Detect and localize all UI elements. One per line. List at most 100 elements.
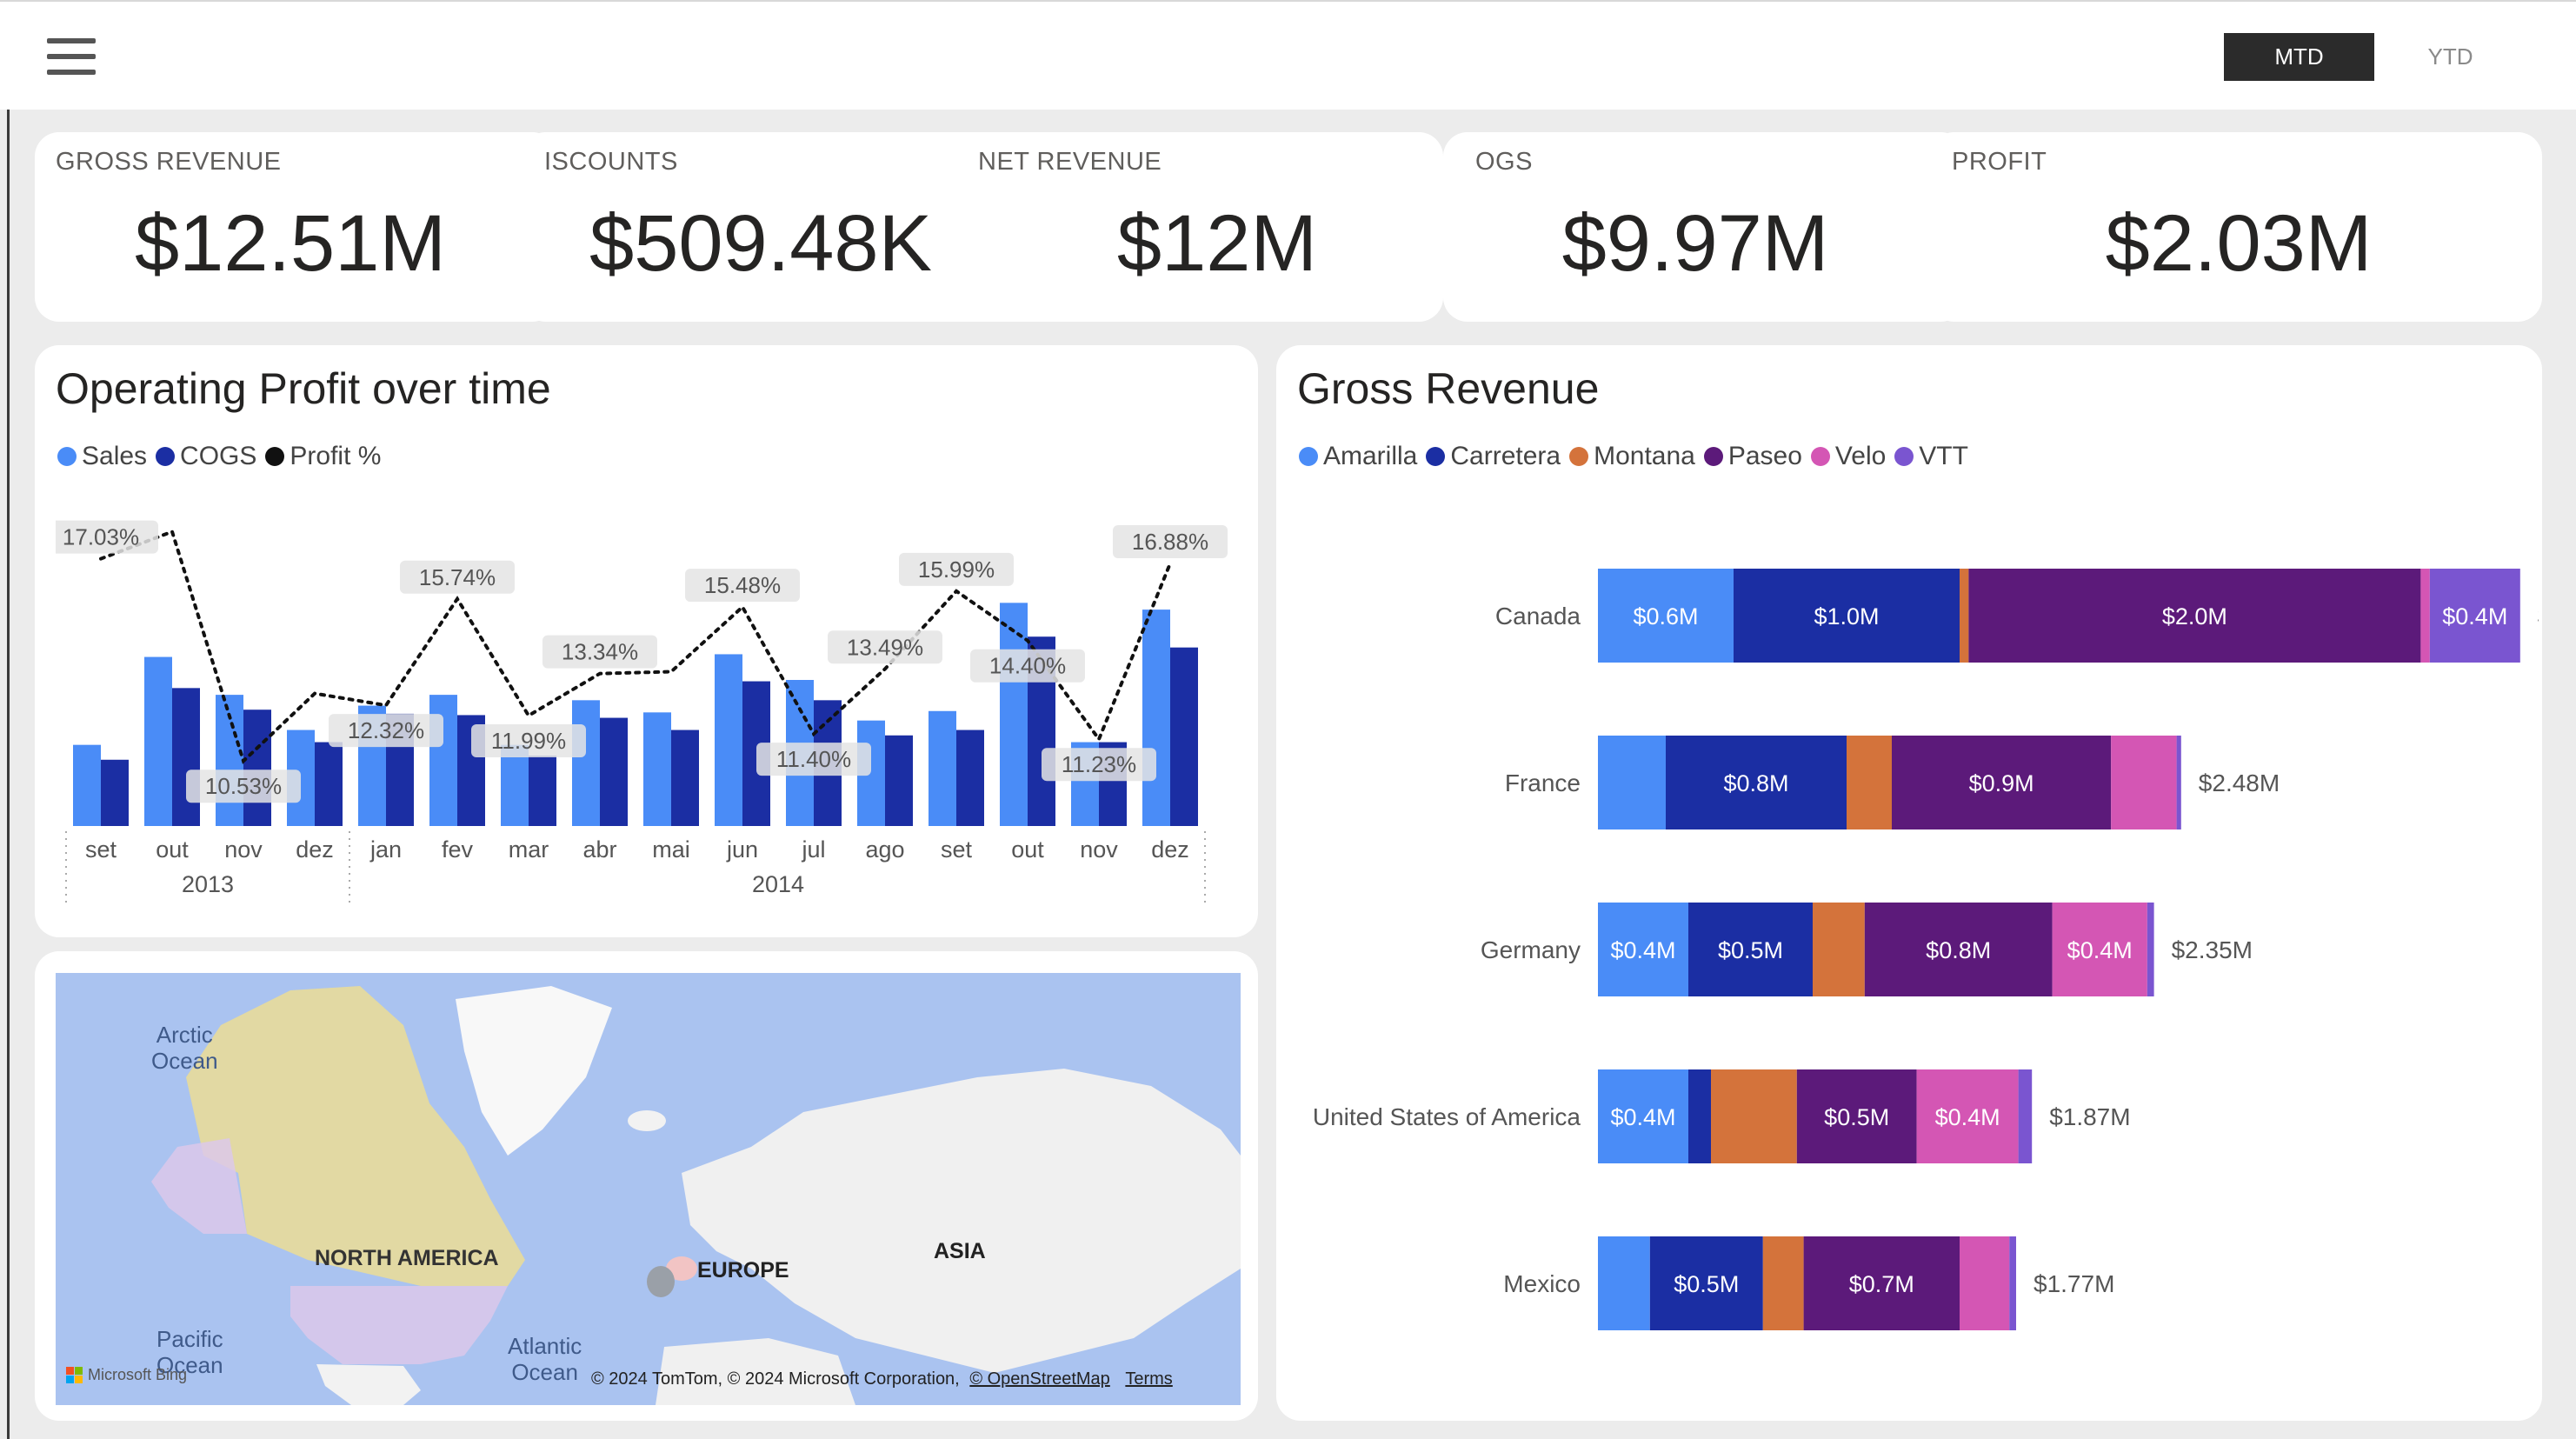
legend-item-carretera[interactable]: Carretera — [1426, 442, 1561, 471]
bar-segment[interactable] — [1960, 569, 1969, 663]
x-tick-label: jun — [726, 836, 758, 863]
bar-sales[interactable] — [144, 656, 172, 826]
x-group-label: 2013 — [182, 871, 234, 897]
bar-sales[interactable] — [929, 710, 956, 826]
bar-cogs[interactable] — [101, 759, 129, 826]
y-category-label: Germany — [1481, 936, 1581, 963]
bar-cogs[interactable] — [600, 717, 628, 826]
map-copyright: © 2024 TomTom, © 2024 Microsoft Corporat… — [591, 1369, 960, 1389]
bar-segment[interactable] — [2176, 736, 2181, 829]
legend-label: Carretera — [1450, 442, 1561, 470]
bar-cogs[interactable] — [529, 756, 556, 826]
world-map[interactable]: Arctic Ocean NORTH AMERICA EUROPE ASIA P… — [56, 973, 1241, 1405]
x-tick-label: dez — [1151, 836, 1189, 863]
map-land-shapes — [151, 986, 1241, 1405]
legend-dot-icon — [1299, 447, 1318, 466]
data-label: 13.34% — [562, 639, 638, 665]
bar-cogs[interactable] — [885, 735, 913, 826]
bar-total-label: $4.05M — [2538, 603, 2539, 630]
bar-segment[interactable] — [2009, 1236, 2016, 1330]
legend-dot-icon — [1569, 447, 1589, 466]
legend-dot-icon — [156, 447, 176, 466]
legend-dot-icon — [57, 447, 77, 466]
bar-segment[interactable] — [2147, 903, 2154, 996]
segment-label: $1.0M — [1814, 603, 1879, 630]
bar-segment[interactable] — [1762, 1236, 1804, 1330]
frame-border — [7, 110, 10, 1439]
x-tick-label: set — [85, 836, 117, 863]
legend-item-velo[interactable]: Velo — [1810, 442, 1887, 471]
bar-cogs[interactable] — [671, 729, 699, 826]
y-category-label: France — [1505, 769, 1581, 796]
bar-cogs[interactable] — [172, 688, 200, 826]
x-tick-label: jan — [369, 836, 402, 863]
legend-item-paseo[interactable]: Paseo — [1703, 442, 1802, 471]
bar-total-label: $2.35M — [2172, 936, 2253, 963]
x-tick-label: set — [941, 836, 973, 863]
y-category-label: United States of America — [1313, 1103, 1581, 1130]
segment-label: $0.5M — [1674, 1271, 1739, 1297]
operating-profit-title: Operating Profit over time — [56, 364, 551, 413]
legend-dot-icon — [1426, 447, 1446, 466]
segment-label: $0.4M — [2067, 937, 2133, 963]
bar-sales[interactable] — [73, 744, 101, 826]
bar-segment[interactable] — [1688, 1069, 1711, 1163]
bar-segment[interactable] — [1598, 736, 1666, 829]
legend-label: Velo — [1834, 442, 1887, 470]
legend-item-sales[interactable]: Sales — [57, 442, 147, 471]
segment-label: $0.8M — [1926, 937, 1991, 963]
legend-dot-icon — [1810, 447, 1830, 466]
gross-revenue-chart[interactable]: Canada $0.6M $1.0M $2.0M $0.4M $4.05M France $0… — [1287, 530, 2539, 1400]
map-label-atlantic-ocean: Atlantic Ocean — [508, 1333, 582, 1385]
legend-label: Sales — [82, 442, 148, 470]
legend-item-amarilla[interactable]: Amarilla — [1299, 442, 1417, 471]
bar-segment[interactable] — [2018, 1069, 2033, 1163]
bar-sales[interactable] — [1142, 610, 1170, 826]
hamburger-menu-icon[interactable] — [47, 38, 96, 75]
bar-segment[interactable] — [2111, 736, 2177, 829]
bar-cogs[interactable] — [315, 742, 343, 826]
x-tick-label: fev — [442, 836, 474, 863]
bar-segment[interactable] — [1598, 1236, 1650, 1330]
bar-segment[interactable] — [2420, 569, 2430, 663]
map-label-arctic-ocean: Arctic Ocean — [151, 1022, 218, 1074]
bar-total-label: $1.77M — [2034, 1270, 2114, 1297]
bar-sales[interactable] — [572, 700, 600, 826]
legend-item-vtt[interactable]: VTT — [1894, 442, 1968, 471]
data-label: 15.74% — [419, 564, 496, 590]
ytd-button[interactable]: YTD — [2375, 33, 2526, 81]
legend-dot-icon — [265, 447, 285, 466]
top-bar: MTD YTD — [0, 0, 2576, 110]
bar-segment[interactable] — [1960, 1236, 2010, 1330]
mtd-button[interactable]: MTD — [2224, 33, 2374, 81]
bar-sales[interactable] — [1000, 603, 1028, 826]
segment-label: $0.4M — [1610, 1104, 1675, 1130]
legend-item-cogs[interactable]: COGS — [156, 442, 256, 471]
bar-segment[interactable] — [1813, 903, 1865, 996]
bar-cogs[interactable] — [243, 710, 271, 826]
bar-sales[interactable] — [643, 712, 671, 826]
bar-segment[interactable] — [1711, 1069, 1797, 1163]
x-tick-label: ago — [865, 836, 904, 863]
legend-label: Amarilla — [1323, 442, 1418, 470]
bar-cogs[interactable] — [1170, 647, 1198, 826]
segment-label: $0.4M — [1935, 1104, 2000, 1130]
data-label: 10.53% — [205, 773, 282, 799]
bar-cogs[interactable] — [956, 729, 984, 826]
segment-label: $0.7M — [1849, 1271, 1914, 1297]
operating-profit-chart[interactable]: set out nov dez jan fev mar abr mai jun jul ago set o… — [56, 496, 1247, 913]
legend-item-profit-pct[interactable]: Profit % — [265, 442, 381, 471]
segment-label: $0.6M — [1633, 603, 1698, 630]
data-label: 15.48% — [704, 572, 781, 598]
legend-item-montana[interactable]: Montana — [1569, 442, 1695, 471]
bar-sales[interactable] — [715, 654, 742, 826]
segment-label: $0.9M — [1969, 770, 2034, 796]
osm-link[interactable]: © OpenStreetMap — [969, 1369, 1109, 1389]
segment-label: $0.4M — [1610, 937, 1675, 963]
x-tick-label: dez — [296, 836, 334, 863]
microsoft-logo-icon — [66, 1367, 83, 1383]
kpi-label: ISCOUNTS — [544, 148, 678, 176]
bar-segment[interactable] — [1847, 736, 1892, 829]
terms-link[interactable]: Terms — [1125, 1369, 1172, 1389]
bing-brand-text: Microsoft Bing — [88, 1366, 188, 1383]
